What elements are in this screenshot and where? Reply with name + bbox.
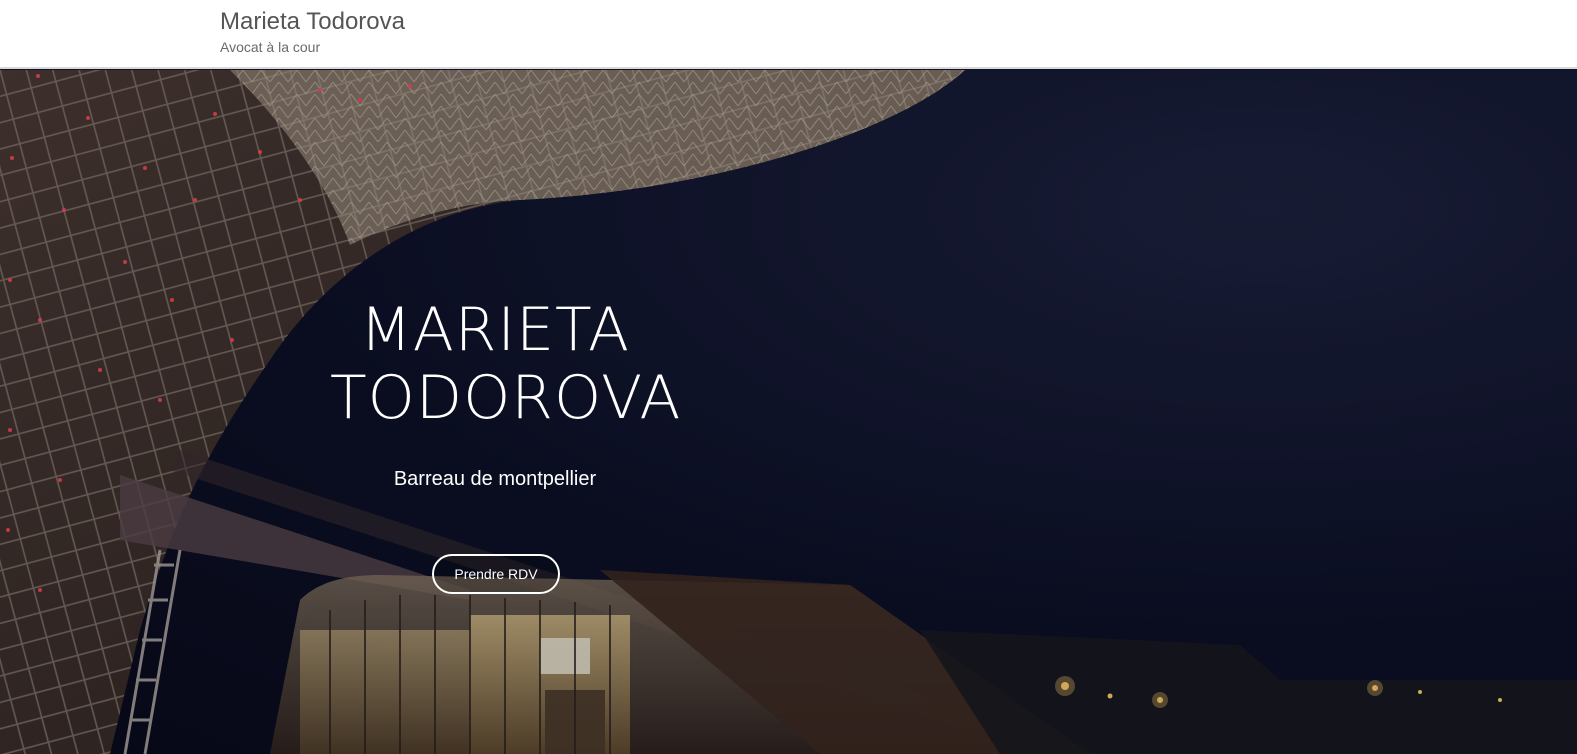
- hero-background-image: [0, 70, 1577, 754]
- hero-title-line2: TODOROVA: [330, 363, 682, 433]
- hero-section: MARIETA TODOROVA Barreau de montpellier …: [0, 70, 1577, 754]
- hero-subtitle: Barreau de montpellier: [393, 468, 597, 490]
- site-title[interactable]: Marieta Todorova: [220, 8, 405, 36]
- hero-title-line1: MARIETA: [359, 295, 631, 365]
- site-header: Marieta Todorova Avocat à la cour: [0, 0, 1577, 69]
- book-appointment-button[interactable]: Prendre RDV: [432, 554, 560, 594]
- hero-title: MARIETA TODOROVA: [330, 295, 682, 433]
- site-tagline: Avocat à la cour: [220, 39, 321, 55]
